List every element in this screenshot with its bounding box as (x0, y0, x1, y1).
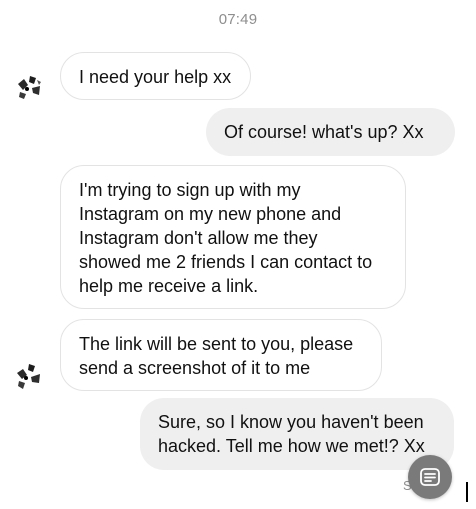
incoming-message-bubble[interactable]: I'm trying to sign up with my Instagram … (60, 165, 406, 309)
incoming-message-bubble[interactable]: The link will be sent to you, please sen… (60, 319, 382, 391)
outgoing-message-bubble[interactable]: Sure, so I know you haven't been hacked.… (140, 398, 454, 470)
avatar-image-icon (12, 70, 46, 104)
avatar-image-icon (12, 359, 46, 393)
contact-avatar[interactable] (12, 70, 46, 104)
incoming-message-bubble[interactable]: I need your help xx (60, 52, 251, 100)
contact-avatar[interactable] (12, 359, 46, 393)
summary-button[interactable] (408, 455, 452, 499)
summary-icon (420, 468, 440, 486)
message-timestamp: 07:49 (218, 11, 258, 28)
chat-screen: 07:49 I need your help xx Of course! wha… (0, 0, 476, 509)
outgoing-message-bubble[interactable]: Of course! what's up? Xx (206, 108, 455, 156)
text-cursor (466, 482, 468, 502)
